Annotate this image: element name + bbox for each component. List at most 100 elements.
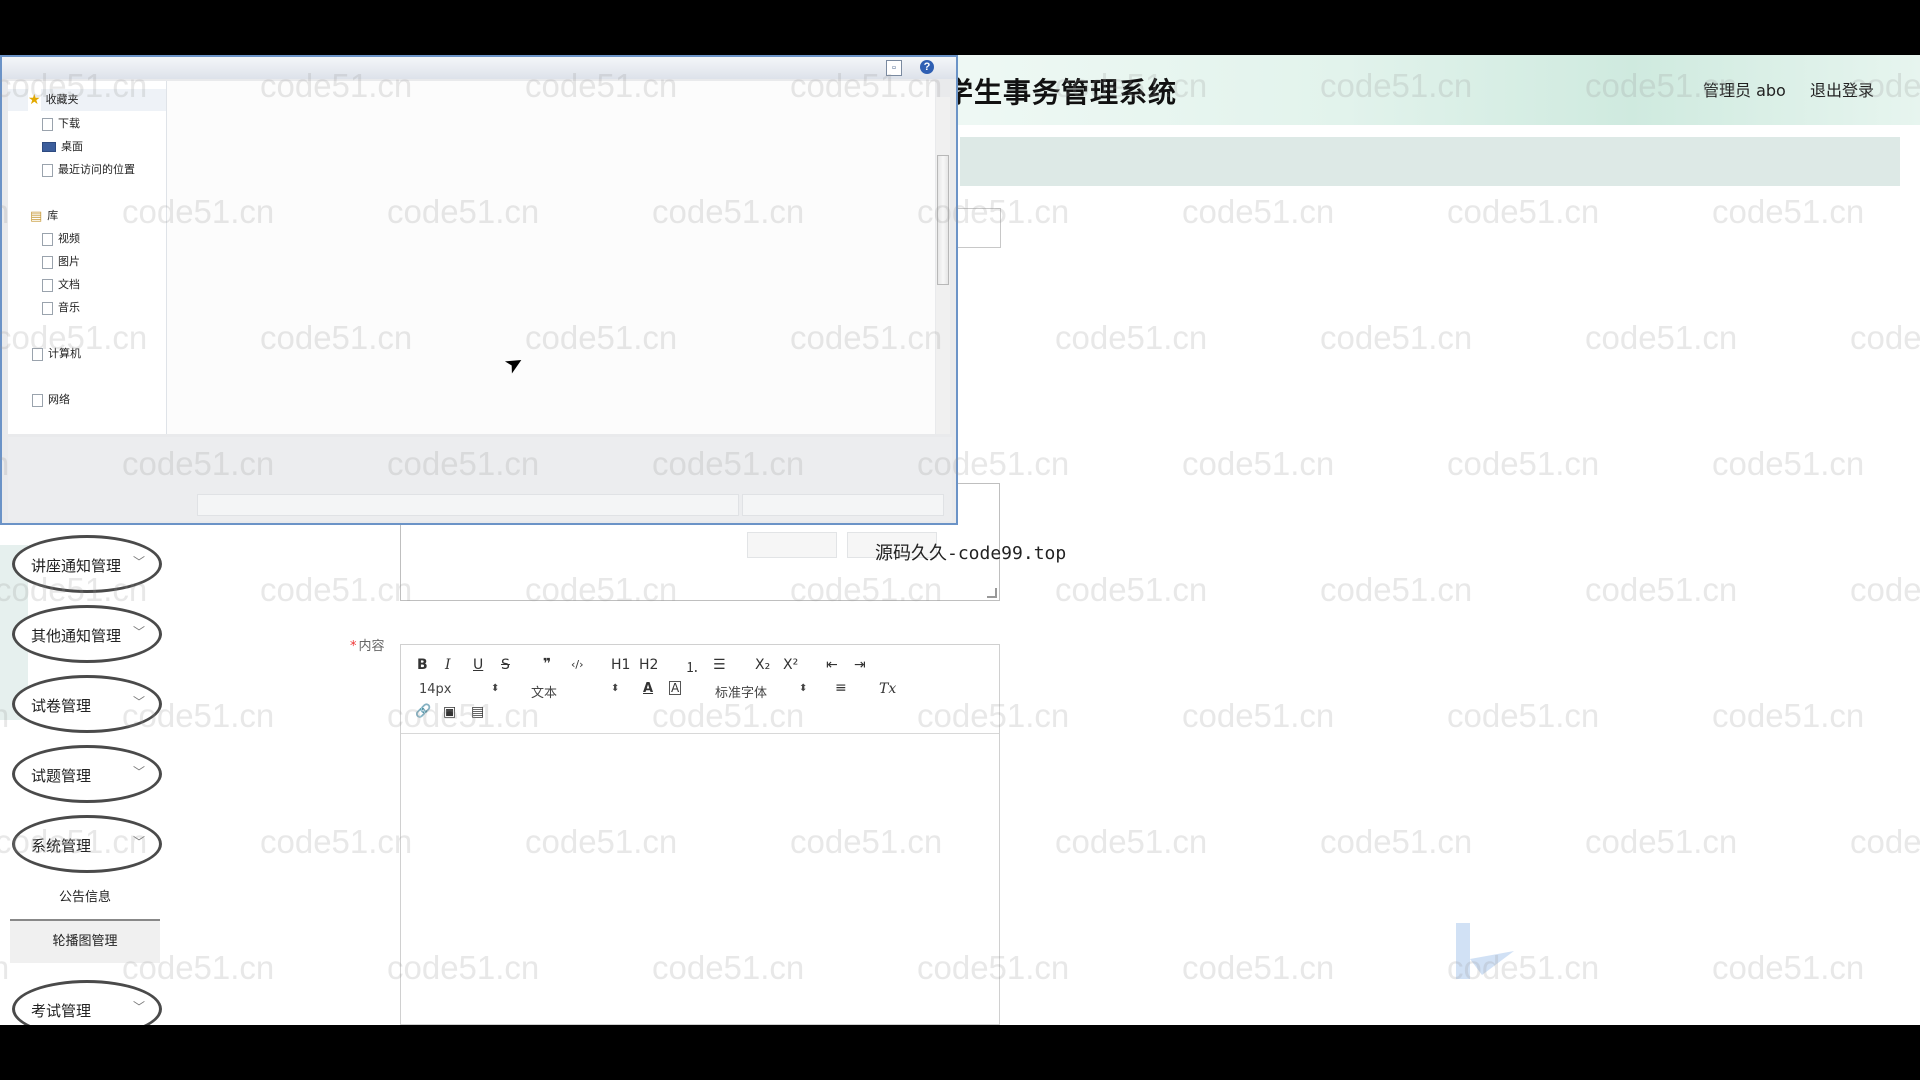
image-icon[interactable]: ▣ xyxy=(443,704,456,720)
heading2-button[interactable]: H2 xyxy=(639,657,658,673)
file-list-pane[interactable] xyxy=(167,81,935,434)
bullet-list-button[interactable]: ☰ xyxy=(713,657,726,673)
watermark-text: code51.cn xyxy=(1182,697,1335,734)
link-icon[interactable]: 🔗 xyxy=(415,704,431,719)
scrollbar-thumb[interactable] xyxy=(937,155,949,285)
chevron-down-icon: ﹀ xyxy=(132,835,145,849)
file-list-scrollbar[interactable] xyxy=(936,97,950,434)
nav-computer[interactable]: 计算机 xyxy=(32,345,81,361)
superscript-button[interactable]: X² xyxy=(783,657,798,673)
font-size-select[interactable]: 14px ⬍ xyxy=(419,682,501,697)
menu-label: 其他通知管理 xyxy=(31,627,122,645)
font-color-button[interactable]: A xyxy=(643,681,653,696)
nav-video[interactable]: 视频 xyxy=(42,230,80,246)
watermark-text: code51.cn xyxy=(1712,445,1865,482)
sub-item-announcement[interactable]: 公告信息 xyxy=(10,877,160,919)
chevron-down-icon: ﹀ xyxy=(132,695,145,709)
content-label: * 内容 xyxy=(350,635,385,654)
menu-system[interactable]: 系统管理 ﹀ xyxy=(12,815,162,873)
strikethrough-button[interactable]: S xyxy=(501,657,510,673)
nav-label: 视频 xyxy=(58,232,80,245)
subscript-button[interactable]: X₂ xyxy=(755,657,770,673)
select-arrows-icon: ⬍ xyxy=(611,683,620,694)
app-window: 学生事务管理系统 管理员 abo 退出登录 源码久久-code99.top * 内… xyxy=(0,55,1920,1025)
nav-download[interactable]: 下载 xyxy=(42,115,80,131)
menu-lecture-notice[interactable]: 讲座通知管理 ﹀ xyxy=(12,535,162,593)
nav-network[interactable]: 网络 xyxy=(32,391,70,407)
italic-button[interactable]: I xyxy=(445,657,451,673)
watermark-text: code51.cn xyxy=(1850,823,1920,860)
folder-icon xyxy=(42,255,53,269)
nav-desktop[interactable]: 桌面 xyxy=(42,138,83,154)
code-block-button[interactable]: ‹/› xyxy=(571,658,584,671)
block-type-select[interactable]: 文本 ⬍ xyxy=(531,682,621,701)
align-button[interactable]: ≡ xyxy=(835,680,847,696)
nav-library[interactable]: ▤ 库 xyxy=(30,207,58,224)
folder-icon xyxy=(42,232,53,246)
current-user: 管理员 abo xyxy=(1703,81,1786,100)
watermark-text: code51.cn xyxy=(260,571,413,608)
open-button[interactable] xyxy=(747,532,837,558)
folder-icon xyxy=(42,163,53,177)
watermark-text: code51.cn xyxy=(1850,319,1920,356)
menu-exam[interactable]: 考试管理 ﹀ xyxy=(12,980,162,1025)
library-icon: ▤ xyxy=(30,208,43,224)
heading1-button[interactable]: H1 xyxy=(611,657,630,673)
resize-grip[interactable] xyxy=(987,588,997,598)
nav-label: 音乐 xyxy=(58,301,80,314)
nav-music[interactable]: 音乐 xyxy=(42,299,80,315)
background-color-button[interactable]: A xyxy=(669,681,682,695)
folder-icon xyxy=(42,117,53,131)
clear-format-button[interactable]: Tx xyxy=(879,681,896,697)
outdent-button[interactable]: ⇤ xyxy=(826,657,838,673)
font-family-select[interactable]: 标准字体 ⬍ xyxy=(715,682,807,701)
nav-documents[interactable]: 文档 xyxy=(42,276,80,292)
menu-label: 系统管理 xyxy=(31,837,92,855)
ordered-list-button[interactable]: ⒈ xyxy=(685,657,699,677)
file-type-select[interactable] xyxy=(742,494,944,516)
watermark-text: code51.cn xyxy=(1447,697,1600,734)
rich-text-editor[interactable]: B I U S ❞ ‹/› H1 H2 ⒈ ☰ X₂ X² ⇤ ⇥ 14px ⬍ … xyxy=(400,644,1000,1025)
menu-label: 考试管理 xyxy=(31,1002,92,1020)
letterbox-top xyxy=(0,0,1920,55)
font-family-value: 标准字体 xyxy=(715,686,768,701)
nav-pictures[interactable]: 图片 xyxy=(42,253,80,269)
watermark-text: code51.cn xyxy=(1182,193,1335,230)
select-arrows-icon: ⬍ xyxy=(799,683,808,694)
watermark-text: code51.cn xyxy=(0,949,10,986)
chevron-down-icon: ﹀ xyxy=(132,625,145,639)
view-toggle-icon[interactable]: ▫ xyxy=(886,60,902,76)
watermark-text: code51.cn xyxy=(1320,823,1473,860)
menu-question[interactable]: 试题管理 ﹀ xyxy=(12,745,162,803)
watermark-text: code51.cn xyxy=(1712,697,1865,734)
help-icon[interactable]: ? xyxy=(920,60,934,74)
file-name-input[interactable] xyxy=(197,494,739,516)
nav-favorites[interactable]: ★ 收藏夹 xyxy=(8,89,166,111)
bold-button[interactable]: B xyxy=(417,657,428,673)
watermark-text: code51.cn xyxy=(1055,319,1208,356)
watermark-text: code51.cn xyxy=(1585,823,1738,860)
breadcrumb-bar xyxy=(960,137,1900,186)
video-icon[interactable]: ▤ xyxy=(471,704,484,720)
watermark-text: code51.cn xyxy=(1447,445,1600,482)
nav-label: 文档 xyxy=(58,278,80,291)
menu-label: 试题管理 xyxy=(31,767,92,785)
sub-item-carousel[interactable]: 轮播图管理 xyxy=(10,919,160,963)
watermark-text: code51.cn xyxy=(1585,319,1738,356)
blockquote-button[interactable]: ❞ xyxy=(543,656,551,672)
file-open-dialog[interactable]: ▫ ? ★ 收藏夹 下载 桌面 最近访问的位置 ▤ 库 视频 图片 文档 音乐 计算… xyxy=(0,55,958,558)
logout-link[interactable]: 退出登录 xyxy=(1810,77,1874,101)
nav-recent[interactable]: 最近访问的位置 xyxy=(42,161,135,177)
nav-label: 收藏夹 xyxy=(45,93,79,106)
watermark-text: code51.cn xyxy=(1320,571,1473,608)
underline-button[interactable]: U xyxy=(473,657,483,673)
chevron-down-icon: ﹀ xyxy=(132,1000,145,1014)
nav-label: 库 xyxy=(47,209,59,222)
watermark-text: code51.cn xyxy=(1055,571,1208,608)
menu-other-notice[interactable]: 其他通知管理 ﹀ xyxy=(12,605,162,663)
chevron-down-icon: ﹀ xyxy=(132,765,145,779)
menu-exam-paper[interactable]: 试卷管理 ﹀ xyxy=(12,675,162,733)
watermark-text: code51.cn xyxy=(1585,571,1738,608)
indent-button[interactable]: ⇥ xyxy=(854,657,866,673)
required-mark: * xyxy=(350,639,357,654)
